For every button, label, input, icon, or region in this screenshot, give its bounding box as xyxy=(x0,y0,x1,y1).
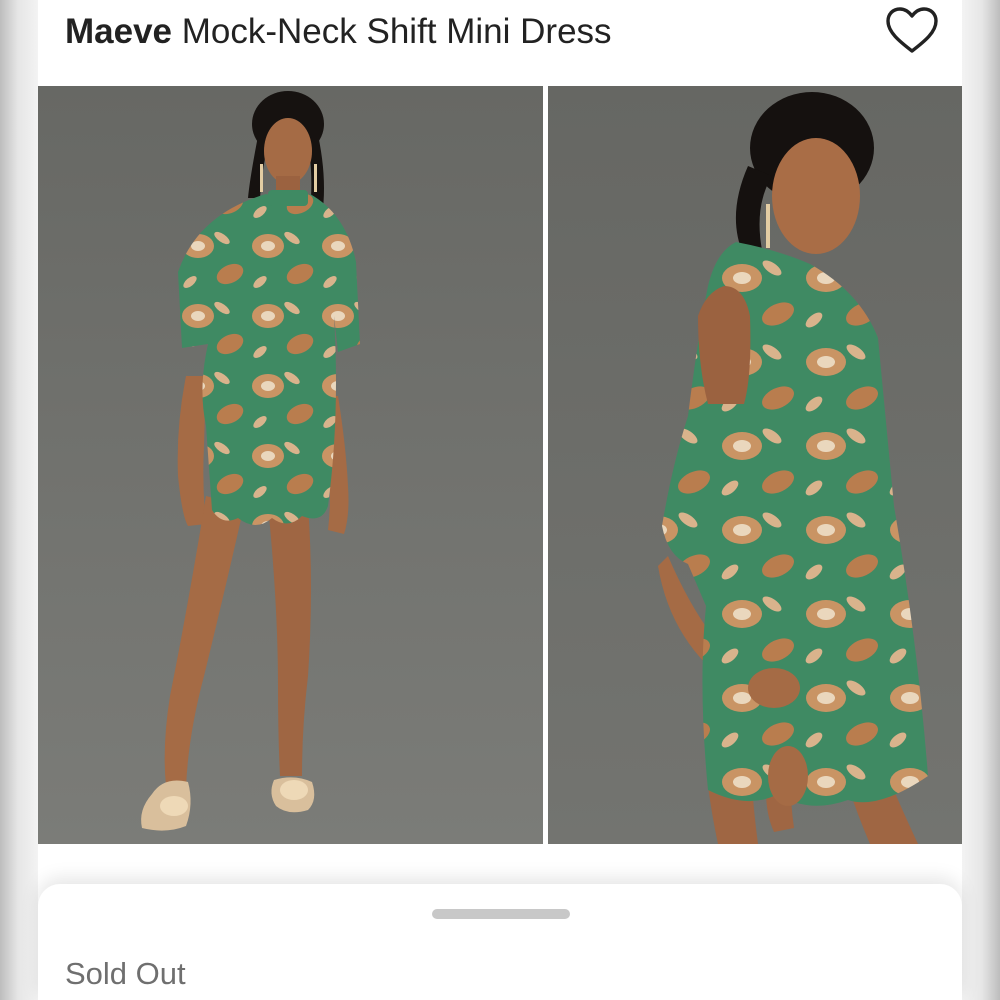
sheet-drag-handle[interactable] xyxy=(432,909,570,919)
product-gallery xyxy=(38,86,962,844)
favorite-button[interactable] xyxy=(884,6,940,56)
availability-status: Sold Out xyxy=(65,956,186,991)
product-page: Maeve Mock-Neck Shift Mini Dress Sold Ou… xyxy=(38,0,962,1000)
product-photo-back[interactable] xyxy=(548,86,962,844)
product-name: Mock-Neck Shift Mini Dress xyxy=(172,12,612,51)
product-header: Maeve Mock-Neck Shift Mini Dress xyxy=(38,0,962,86)
heart-outline-icon xyxy=(886,7,938,53)
bottom-sheet: Sold Out xyxy=(38,884,962,1000)
product-photo-front[interactable] xyxy=(38,86,543,844)
brand-name: Maeve xyxy=(65,12,173,51)
product-title: Maeve Mock-Neck Shift Mini Dress xyxy=(65,10,612,54)
